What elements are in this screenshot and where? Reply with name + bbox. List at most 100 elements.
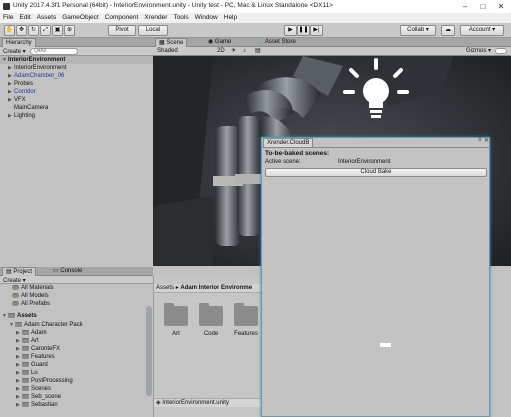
favorite-label: All Models	[21, 293, 49, 299]
menu-assets[interactable]: Assets	[34, 13, 60, 21]
tree-folder[interactable]: ▼ Adam Character Pack	[0, 321, 83, 329]
main-toolbar: ✋ ✥ ↻ ⤢ ▣ ⊕ Pivot Local ▶ ❚❚ ▶| Collab ▾…	[0, 23, 511, 38]
unity-logo-icon	[3, 3, 10, 10]
project-tab-label: Project	[13, 269, 33, 275]
folder-icon	[22, 345, 29, 351]
search-favorite-icon	[12, 292, 19, 298]
tab-game[interactable]: ◉ Game	[205, 38, 234, 47]
play-button[interactable]: ▶	[284, 25, 297, 36]
tree-folder[interactable]: ▶ Sebastian	[0, 401, 58, 409]
effects-toggle-icon[interactable]: ▤	[255, 47, 261, 56]
transform-tool-icon[interactable]: ⊕	[64, 25, 75, 36]
rect-tool-icon[interactable]: ▣	[52, 25, 63, 36]
window-menu-icon[interactable]: ≡	[478, 137, 482, 143]
hierarchy-item[interactable]: ▶ Probes	[0, 80, 33, 88]
rotate-tool-icon[interactable]: ↻	[28, 25, 39, 36]
menu-file[interactable]: File	[0, 13, 16, 21]
pivot-label: Pivot	[115, 27, 129, 33]
step-button[interactable]: ▶|	[310, 25, 323, 36]
tab-scene[interactable]: ▦ Scene	[155, 38, 188, 47]
minimize-icon[interactable]: –	[456, 1, 474, 12]
hierarchy-item[interactable]: ▶ Corridor	[0, 88, 36, 96]
tree-folder[interactable]: ▶ Art	[0, 337, 39, 345]
breadcrumb-root[interactable]: Assets	[156, 285, 174, 291]
hierarchy-item[interactable]: MainCamera	[0, 104, 48, 112]
local-label: Local	[145, 27, 161, 33]
hierarchy-item[interactable]: ▶ VFX	[0, 96, 26, 104]
menu-edit[interactable]: Edit	[16, 13, 33, 21]
tab-asset-store[interactable]: 🛒 Asset Store	[253, 38, 299, 47]
folder-icon	[22, 377, 29, 383]
menu-tools[interactable]: Tools	[170, 13, 191, 21]
shading-mode-dropdown[interactable]: Shaded	[157, 47, 178, 56]
hierarchy-item[interactable]: ▶ Lighting	[0, 112, 35, 120]
tree-folder[interactable]: ▶ Guard	[0, 361, 48, 369]
tab-xrender-cloud[interactable]: Xrender.CloudB	[263, 138, 313, 147]
2d-toggle[interactable]: 2D	[217, 47, 225, 56]
hierarchy-panel: Hierarchy Create ▾ Q▾All ▼InteriorEnviro…	[0, 38, 153, 266]
collab-button[interactable]: Collab ▾	[400, 25, 436, 36]
menu-gameobject[interactable]: GameObject	[59, 13, 102, 21]
window-close-icon[interactable]: ✕	[484, 137, 489, 144]
tree-folder[interactable]: ▶ Adam	[0, 329, 47, 337]
cloud-bake-label: Cloud Bake	[360, 169, 392, 175]
hierarchy-create-button[interactable]: Create ▾	[3, 48, 26, 55]
favorite-label: All Materials	[21, 285, 54, 291]
gizmos-dropdown[interactable]: Gizmos ▾	[466, 47, 491, 56]
hand-tool-icon[interactable]: ✋	[4, 25, 15, 36]
favorite-item[interactable]: All Materials	[0, 284, 54, 292]
tree-folder-label: Sebastian	[31, 402, 58, 408]
menu-help[interactable]: Help	[221, 13, 240, 21]
close-icon[interactable]: ✕	[492, 1, 510, 12]
hierarchy-scene-row[interactable]: ▼InteriorEnvironment	[0, 56, 153, 64]
window-divider	[262, 147, 489, 148]
tree-scrollbar[interactable]	[146, 306, 152, 396]
menu-component[interactable]: Component	[102, 13, 142, 21]
scale-tool-icon[interactable]: ⤢	[40, 25, 51, 36]
light-bulb-icon[interactable]	[343, 58, 409, 128]
pause-button[interactable]: ❚❚	[297, 25, 310, 36]
folder-code-icon[interactable]	[199, 303, 223, 326]
audio-toggle-icon[interactable]: ♪	[243, 47, 246, 56]
tab-console[interactable]: ▭ Console	[50, 267, 85, 276]
project-toolbar: Create ▾	[0, 276, 153, 284]
scene-search-input[interactable]	[495, 48, 507, 54]
favorite-label: All Prefabs	[21, 301, 51, 307]
menu-window[interactable]: Window	[192, 13, 221, 21]
breadcrumb-current[interactable]: Adam Interior Environme	[180, 285, 252, 291]
tree-folder[interactable]: ▶ Features	[0, 353, 55, 361]
menu-xrender[interactable]: Xrender	[141, 13, 170, 21]
move-tool-icon[interactable]: ✥	[16, 25, 27, 36]
favorite-item[interactable]: All Models	[0, 292, 49, 300]
cloud-bake-button[interactable]: Cloud Bake	[265, 168, 487, 177]
tree-folder-label: CaronteFX	[31, 346, 61, 352]
maximize-icon[interactable]: □	[474, 1, 492, 12]
tree-folder[interactable]: ▶ Seb_scene	[0, 393, 61, 401]
collab-label: Collab ▾	[407, 27, 429, 33]
hierarchy-search-input[interactable]: Q▾All	[30, 48, 78, 55]
tab-hierarchy[interactable]: Hierarchy	[2, 38, 36, 47]
project-create-button[interactable]: Create ▾	[3, 277, 26, 284]
tree-folder[interactable]: ▶ CaronteFX	[0, 345, 60, 353]
tree-folder[interactable]: ▶ Lu	[0, 369, 38, 377]
hierarchy-toolbar: Create ▾ Q▾All	[0, 47, 153, 56]
search-favorite-icon	[12, 300, 19, 306]
local-button[interactable]: Local	[138, 25, 168, 36]
tab-project[interactable]: ▤ Project	[2, 267, 37, 276]
account-button[interactable]: Account ▾	[460, 25, 504, 36]
hierarchy-tab-label: Hierarchy	[6, 40, 32, 46]
tree-folder[interactable]: ▶ Scenes	[0, 385, 51, 393]
folder-icon	[22, 353, 29, 359]
hierarchy-item[interactable]: ▶ InteriorEnvironment	[0, 64, 66, 72]
favorite-item[interactable]: All Prefabs	[0, 300, 50, 308]
hierarchy-item[interactable]: ▶ AdamChamber_06	[0, 72, 64, 80]
assets-root-row[interactable]: ▼ Assets	[0, 312, 37, 320]
menu-bar: File Edit Assets GameObject Component Xrender…	[0, 13, 511, 23]
title-bar: Unity 2017.4.3f1 Personal (64bit) - Inte…	[0, 0, 511, 13]
cloud-icon[interactable]: ☁	[441, 25, 455, 36]
lighting-toggle-icon[interactable]: ☀	[231, 47, 236, 56]
pivot-button[interactable]: Pivot	[108, 25, 136, 36]
tree-folder[interactable]: ▶ PostProcessing	[0, 377, 73, 385]
folder-art-icon[interactable]	[164, 303, 188, 326]
folder-features-icon[interactable]	[234, 303, 258, 326]
